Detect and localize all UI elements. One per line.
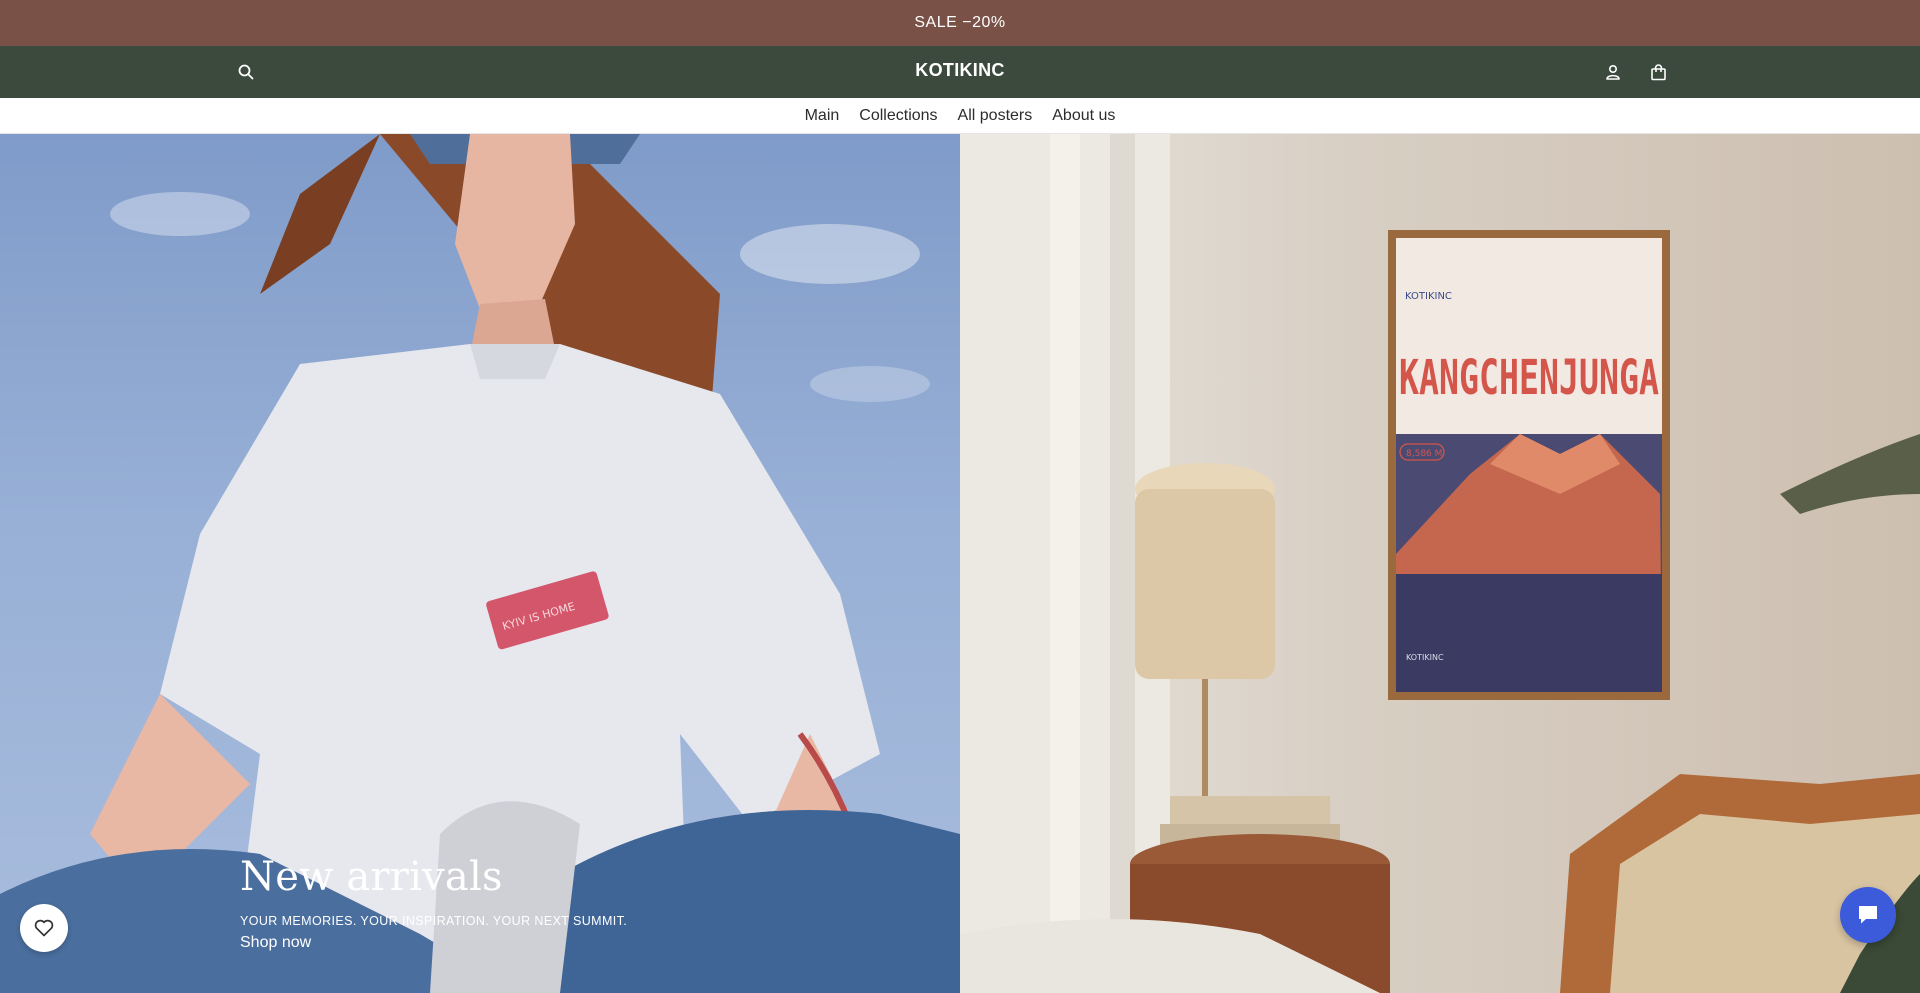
announcement-bar: SALE −20% <box>0 0 1920 46</box>
hero-text: New arrivals YOUR MEMORIES. YOUR INSPIRA… <box>240 854 627 952</box>
poster-room-illustration: KOTIKINC KANGCHENJUNGA 8,586 M KOTIKINC <box>960 134 1920 993</box>
svg-text:KOTIKINC: KOTIKINC <box>1405 291 1452 302</box>
site-header: KOTIKINC <box>0 46 1920 98</box>
nav-item-about-us[interactable]: About us <box>1052 107 1115 125</box>
nav-item-collections[interactable]: Collections <box>859 107 937 125</box>
nav-item-all-posters[interactable]: All posters <box>958 107 1033 125</box>
hero-left-image[interactable]: KYIV IS HOME New arrivals YOUR MEMORIES.… <box>0 134 960 993</box>
search-icon[interactable] <box>234 60 258 84</box>
main-nav: Main Collections All posters About us <box>0 98 1920 134</box>
poster-title: KANGCHENJUNGA <box>1399 350 1659 406</box>
nav-item-main[interactable]: Main <box>805 107 840 125</box>
chat-button[interactable] <box>1840 887 1896 943</box>
wishlist-button[interactable] <box>20 904 68 952</box>
shop-now-link[interactable]: Shop now <box>240 934 311 952</box>
site-logo-wrap: KOTIKINC <box>0 60 1920 81</box>
poster-elevation: 8,586 M <box>1406 449 1442 459</box>
hero-subheadline: YOUR MEMORIES. YOUR INSPIRATION. YOUR NE… <box>240 914 628 928</box>
heart-icon <box>34 919 54 937</box>
site-logo[interactable]: KOTIKINC <box>915 60 1004 80</box>
shopping-bag-icon[interactable] <box>1646 60 1670 84</box>
poster-brand: KOTIKINC <box>1406 653 1444 662</box>
hero-right-image[interactable]: KOTIKINC KANGCHENJUNGA 8,586 M KOTIKINC <box>960 134 1920 993</box>
announcement-text: SALE −20% <box>914 14 1006 31</box>
chat-icon <box>1859 906 1877 924</box>
hero-headline: New arrivals <box>240 854 503 900</box>
user-icon[interactable] <box>1601 60 1625 84</box>
